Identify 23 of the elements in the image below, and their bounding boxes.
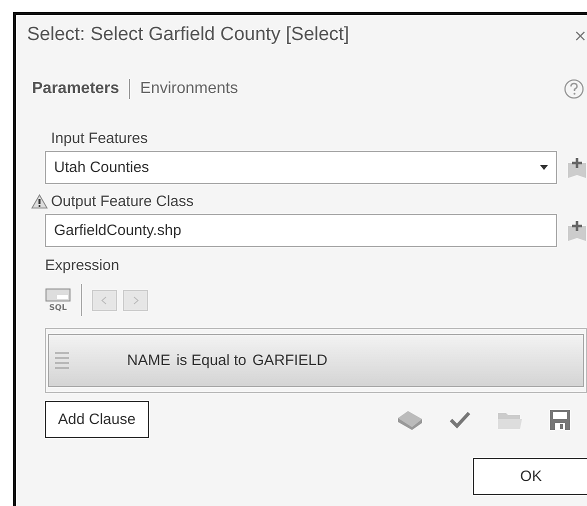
add-data-icon[interactable] xyxy=(567,220,587,242)
close-button[interactable]: × xyxy=(572,26,587,44)
window-title: Select: Select Garfield County [Select] xyxy=(27,24,350,46)
tab[interactable]: Environments xyxy=(140,80,238,98)
save-icon[interactable] xyxy=(549,408,571,430)
checkmark-icon[interactable] xyxy=(449,410,471,428)
clause-row[interactable]: NAME is Equal to GARFIELD xyxy=(48,334,584,387)
clause-value: GARFIELD xyxy=(252,352,328,369)
section-label: Expression xyxy=(45,257,120,274)
help-icon[interactable] xyxy=(564,79,584,99)
drag-handle-icon[interactable] xyxy=(55,350,69,370)
dropdown[interactable]: Utah Counties xyxy=(45,151,557,184)
eraser-icon[interactable] xyxy=(397,408,423,430)
clause-field: NAME xyxy=(127,352,170,369)
input-field[interactable]: GarfieldCounty.shp xyxy=(45,214,557,247)
caret-icon xyxy=(540,165,548,170)
field-label: Input Features xyxy=(51,130,148,147)
clause-operator: is Equal to xyxy=(176,352,246,369)
add-clause-button[interactable]: Add Clause xyxy=(45,401,149,438)
ok-button[interactable]: OK xyxy=(473,458,587,495)
tab[interactable]: Parameters xyxy=(32,80,120,98)
field-label: Output Feature Class xyxy=(51,193,194,210)
add-data-icon[interactable] xyxy=(567,156,587,178)
